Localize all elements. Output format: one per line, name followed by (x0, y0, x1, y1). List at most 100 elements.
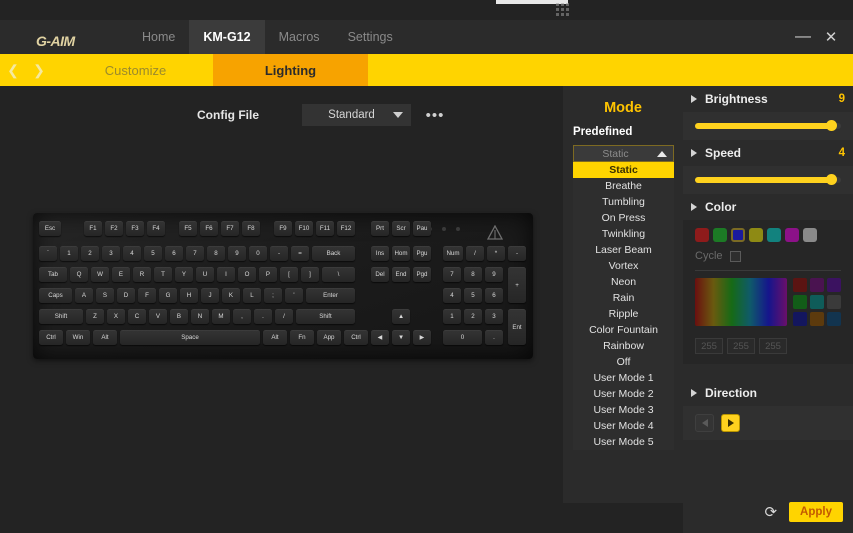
mode-item-neon[interactable]: Neon (573, 274, 674, 290)
palette-color-5[interactable] (827, 295, 841, 309)
key-f1[interactable]: F1 (84, 221, 102, 236)
key-m[interactable]: M (212, 309, 230, 324)
mode-item-twinkling[interactable]: Twinkling (573, 226, 674, 242)
color-swatch-1[interactable] (713, 228, 727, 242)
key-[interactable]: ` (39, 246, 57, 261)
mode-item-user-mode-3[interactable]: User Mode 3 (573, 402, 674, 418)
key-caps[interactable]: Caps (39, 288, 72, 303)
blue-value-field[interactable]: 255 (759, 338, 787, 354)
mode-option-list[interactable]: Static Breathe Tumbling On Press Twinkling La… (573, 162, 674, 450)
mode-item-breathe[interactable]: Breathe (573, 178, 674, 194)
key-shift[interactable]: Shift (296, 309, 355, 324)
palette-color-0[interactable] (793, 278, 807, 292)
key-2[interactable]: 2 (81, 246, 99, 261)
key-[interactable]: / (466, 246, 484, 261)
palette-color-8[interactable] (827, 312, 841, 326)
key-0[interactable]: 0 (249, 246, 267, 261)
key-[interactable]: ' (285, 288, 303, 303)
key-3[interactable]: 3 (485, 309, 503, 324)
nav-item-macros[interactable]: Macros (265, 20, 334, 54)
apply-button[interactable]: Apply (789, 502, 843, 522)
palette-color-6[interactable] (793, 312, 807, 326)
key-5[interactable]: 5 (144, 246, 162, 261)
key-pau[interactable]: Pau (413, 221, 431, 236)
palette-color-4[interactable] (810, 295, 824, 309)
key-win[interactable]: Win (66, 330, 90, 345)
tab-lighting[interactable]: Lighting (213, 54, 368, 86)
mode-item-on-press[interactable]: On Press (573, 210, 674, 226)
key-c[interactable]: C (128, 309, 146, 324)
key-[interactable]: ▶ (413, 330, 431, 345)
key-5[interactable]: 5 (464, 288, 482, 303)
key-d[interactable]: D (117, 288, 135, 303)
key-[interactable]: ▼ (392, 330, 410, 345)
brightness-section-header[interactable]: Brightness 9 (683, 86, 853, 112)
key-ent[interactable]: Ent (508, 309, 526, 345)
mode-combobox[interactable]: Static (573, 145, 674, 162)
key-7[interactable]: 7 (443, 267, 461, 282)
cycle-checkbox[interactable] (729, 250, 741, 262)
key-back[interactable]: Back (312, 246, 355, 261)
key-end[interactable]: End (392, 267, 410, 282)
palette-color-2[interactable] (827, 278, 841, 292)
key-[interactable]: * (487, 246, 505, 261)
key-v[interactable]: V (149, 309, 167, 324)
key-pgd[interactable]: Pgd (413, 267, 431, 282)
key-enter[interactable]: Enter (306, 288, 355, 303)
mode-item-ripple[interactable]: Ripple (573, 306, 674, 322)
mode-item-color-fountain[interactable]: Color Fountain (573, 322, 674, 338)
key-[interactable]: ◀ (371, 330, 389, 345)
key-[interactable]: , (233, 309, 251, 324)
key-j[interactable]: J (201, 288, 219, 303)
speed-slider-knob[interactable] (825, 174, 837, 185)
color-swatch-4[interactable] (767, 228, 781, 242)
key-2[interactable]: 2 (464, 309, 482, 324)
key-h[interactable]: H (180, 288, 198, 303)
direction-section-header[interactable]: Direction (683, 380, 853, 406)
key-r[interactable]: R (133, 267, 151, 282)
key-f9[interactable]: F9 (274, 221, 292, 236)
cycle-row[interactable]: Cycle (683, 242, 853, 262)
mode-item-user-mode-2[interactable]: User Mode 2 (573, 386, 674, 402)
key-num[interactable]: Num (443, 246, 463, 261)
color-palette-grid[interactable] (793, 278, 841, 326)
mode-item-vortex[interactable]: Vortex (573, 258, 674, 274)
key-w[interactable]: W (91, 267, 109, 282)
key-space[interactable]: Space (120, 330, 260, 345)
key-f2[interactable]: F2 (105, 221, 123, 236)
key-f12[interactable]: F12 (337, 221, 355, 236)
key-3[interactable]: 3 (102, 246, 120, 261)
minimize-icon[interactable]: — (789, 23, 817, 51)
key-tab[interactable]: Tab (39, 267, 67, 282)
nav-item-km-g12[interactable]: KM-G12 (189, 20, 265, 54)
key-[interactable]: . (485, 330, 503, 345)
key-f3[interactable]: F3 (126, 221, 144, 236)
key-a[interactable]: A (75, 288, 93, 303)
mode-item-user-mode-1[interactable]: User Mode 1 (573, 370, 674, 386)
direction-left-button[interactable] (695, 414, 714, 432)
key-g[interactable]: G (159, 288, 177, 303)
key-pgu[interactable]: Pgu (413, 246, 431, 261)
key-4[interactable]: 4 (443, 288, 461, 303)
key-6[interactable]: 6 (485, 288, 503, 303)
key-f5[interactable]: F5 (179, 221, 197, 236)
key-[interactable]: - (508, 246, 526, 261)
mode-item-tumbling[interactable]: Tumbling (573, 194, 674, 210)
key-[interactable]: [ (280, 267, 298, 282)
refresh-icon[interactable]: ⟳ (764, 505, 777, 520)
key-f7[interactable]: F7 (221, 221, 239, 236)
key-4[interactable]: 4 (123, 246, 141, 261)
key-i[interactable]: I (217, 267, 235, 282)
key-esc[interactable]: Esc (39, 221, 61, 236)
color-swatch-row[interactable] (683, 220, 853, 242)
key-8[interactable]: 8 (207, 246, 225, 261)
key-[interactable]: / (275, 309, 293, 324)
key-f8[interactable]: F8 (242, 221, 260, 236)
mode-item-rain[interactable]: Rain (573, 290, 674, 306)
palette-color-7[interactable] (810, 312, 824, 326)
nav-item-settings[interactable]: Settings (334, 20, 407, 54)
color-swatch-0[interactable] (695, 228, 709, 242)
key-fn[interactable]: Fn (290, 330, 314, 345)
key-[interactable]: \ (322, 267, 355, 282)
key-z[interactable]: Z (86, 309, 104, 324)
